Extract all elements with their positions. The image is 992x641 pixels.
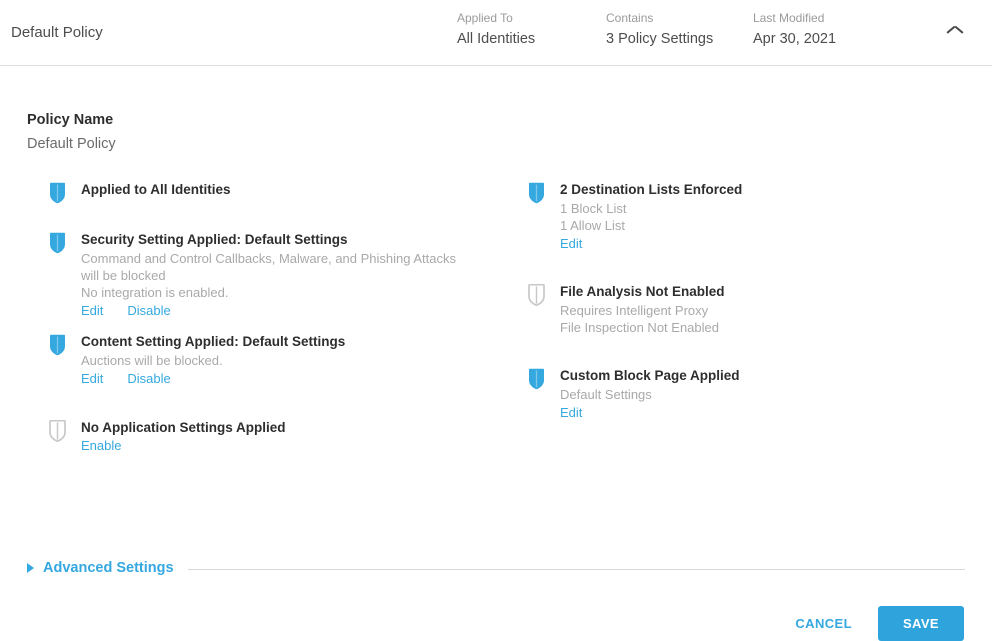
cancel-button[interactable]: CANCEL [785, 607, 862, 640]
header-meta-value: Apr 30, 2021 [753, 30, 836, 48]
advanced-settings-divider [188, 569, 965, 570]
summary-item-title: No Application Settings Applied [81, 419, 286, 436]
summary-item-links: Edit [560, 404, 740, 421]
summary-item-subtitle: Requires Intelligent Proxy [560, 302, 725, 319]
summary-item-links: Edit Disable [81, 370, 345, 387]
summary-item-title: 2 Destination Lists Enforced [560, 181, 742, 198]
policy-header-title: Default Policy [0, 24, 103, 41]
summary-item-title: File Analysis Not Enabled [560, 283, 725, 300]
summary-item-links: Enable [81, 437, 286, 454]
policy-summary-grid: Applied to All Identities Security Setti… [11, 181, 981, 481]
disable-link[interactable]: Disable [127, 302, 170, 319]
policy-body: Policy Name Default Policy Applied to Al… [0, 66, 992, 481]
summary-item-subtitle: No integration is enabled. [81, 284, 456, 301]
summary-item-subtitle: File Inspection Not Enabled [560, 319, 725, 336]
policy-name-value: Default Policy [27, 135, 981, 153]
policy-name-label: Policy Name [27, 111, 981, 129]
policy-name-block: Policy Name Default Policy [11, 66, 981, 153]
edit-link[interactable]: Edit [560, 404, 582, 421]
advanced-settings-toggle[interactable]: Advanced Settings [27, 559, 965, 577]
edit-link[interactable]: Edit [560, 235, 582, 252]
summary-item-subtitle: will be blocked [81, 267, 456, 284]
chevron-up-icon [948, 28, 963, 37]
summary-item-text: 2 Destination Lists Enforced 1 Block Lis… [560, 181, 742, 252]
summary-item-text: Security Setting Applied: Default Settin… [81, 231, 456, 319]
summary-item-title: Security Setting Applied: Default Settin… [81, 231, 456, 248]
header-meta-label: Last Modified [753, 11, 836, 25]
shield-filled-icon [49, 182, 66, 204]
summary-item-file-analysis: File Analysis Not Enabled Requires Intel… [528, 283, 725, 336]
summary-item-text: No Application Settings Applied Enable [81, 419, 286, 454]
summary-item-title: Applied to All Identities [81, 181, 231, 198]
summary-item-subtitle: Auctions will be blocked. [81, 352, 345, 369]
disable-link[interactable]: Disable [127, 370, 170, 387]
header-meta-label: Contains [606, 11, 713, 25]
header-meta-label: Applied To [457, 11, 535, 25]
header-meta-contains: Contains 3 Policy Settings [606, 11, 713, 48]
header-meta-applied-to: Applied To All Identities [457, 11, 535, 48]
summary-item-security-setting: Security Setting Applied: Default Settin… [49, 231, 456, 319]
summary-item-title: Content Setting Applied: Default Setting… [81, 333, 345, 350]
summary-item-custom-block-page: Custom Block Page Applied Default Settin… [528, 367, 740, 421]
summary-item-content-setting: Content Setting Applied: Default Setting… [49, 333, 345, 387]
summary-item-title: Custom Block Page Applied [560, 367, 740, 384]
header-meta-last-modified: Last Modified Apr 30, 2021 [753, 11, 836, 48]
summary-item-text: Content Setting Applied: Default Setting… [81, 333, 345, 387]
summary-item-text: File Analysis Not Enabled Requires Intel… [560, 283, 725, 336]
summary-item-destination-lists: 2 Destination Lists Enforced 1 Block Lis… [528, 181, 742, 252]
summary-item-links: Edit Disable [81, 302, 456, 319]
header-meta-value: 3 Policy Settings [606, 30, 713, 48]
shield-filled-icon [528, 182, 545, 204]
summary-item-subtitle: 1 Block List [560, 200, 742, 217]
advanced-settings-label: Advanced Settings [43, 559, 174, 577]
summary-item-subtitle: Command and Control Callbacks, Malware, … [81, 250, 456, 267]
summary-item-text: Applied to All Identities [81, 181, 231, 198]
summary-item-subtitle: 1 Allow List [560, 217, 742, 234]
policy-header: Default Policy Applied To All Identities… [0, 0, 992, 66]
enable-link[interactable]: Enable [81, 437, 121, 454]
summary-item-subtitle: Default Settings [560, 386, 740, 403]
shield-filled-icon [528, 368, 545, 390]
header-meta-value: All Identities [457, 30, 535, 48]
summary-item-links: Edit [560, 235, 742, 252]
summary-item-text: Custom Block Page Applied Default Settin… [560, 367, 740, 421]
shield-filled-icon [49, 334, 66, 356]
shield-filled-icon [49, 232, 66, 254]
edit-link[interactable]: Edit [81, 302, 103, 319]
shield-outline-icon [49, 420, 66, 442]
save-button[interactable]: SAVE [878, 606, 964, 641]
summary-item-application-settings: No Application Settings Applied Enable [49, 419, 286, 454]
shield-outline-icon [528, 284, 545, 306]
collapse-panel-button[interactable] [940, 17, 970, 47]
summary-item-applied-identities: Applied to All Identities [49, 181, 231, 204]
triangle-right-icon [27, 563, 34, 573]
edit-link[interactable]: Edit [81, 370, 103, 387]
footer-actions: CANCEL SAVE [785, 606, 964, 641]
